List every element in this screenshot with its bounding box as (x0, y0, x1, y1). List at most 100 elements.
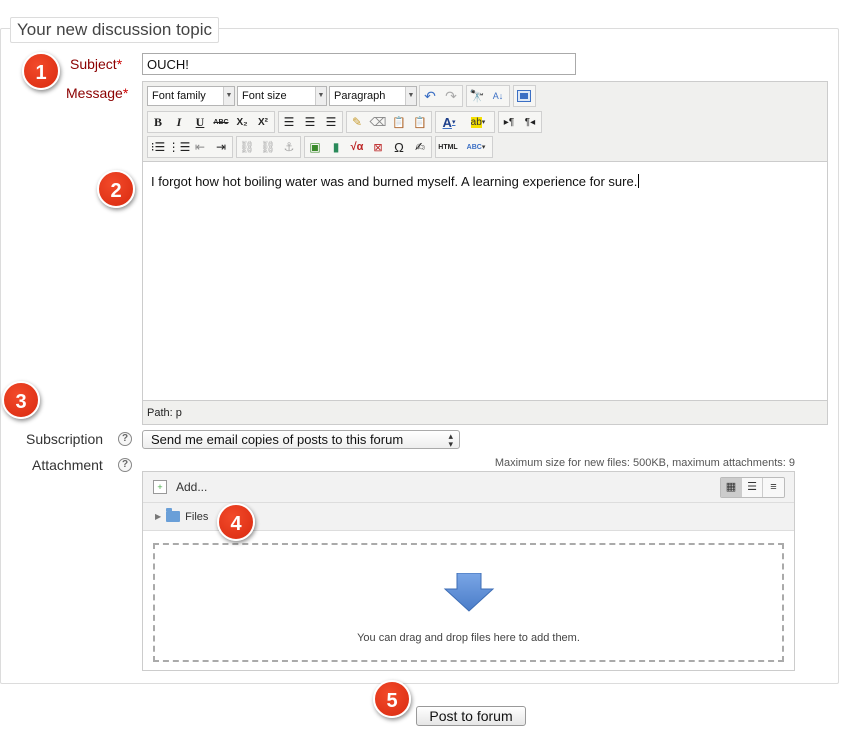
rich-text-editor: Font family ▼ Font size ▼ Paragraph ▼ ↶ ↷ 🔭… (142, 81, 828, 425)
image-icon[interactable]: ▣ (305, 137, 325, 157)
expand-triangle-icon[interactable]: ▶ (155, 512, 161, 521)
message-label-text: Message (66, 85, 123, 101)
bullet-list-icon[interactable]: ⁝☰ (148, 137, 168, 157)
superscript-icon[interactable]: X² (253, 112, 273, 132)
subscription-select[interactable]: Send me email copies of posts to this fo… (142, 430, 460, 449)
chevron-down-icon: ▼ (405, 87, 416, 105)
callout-badge: 2 (97, 170, 135, 208)
insert-group: ▣ ▮ √α ⊠ Ω ✍ (304, 136, 432, 158)
subscript-icon[interactable]: X₂ (232, 112, 252, 132)
text-style-group: B I U ABC X₂ X² (147, 111, 275, 133)
file-manager-toolbar: + Add... ▦ ☰ ≡ (143, 472, 794, 503)
html-icon[interactable]: HTML (436, 137, 460, 157)
max-size-note: Maximum size for new files: 500KB, maxim… (494, 457, 795, 469)
replace-icon[interactable]: A↓ (488, 86, 508, 106)
redo-icon[interactable]: ↷ (441, 86, 461, 106)
fullscreen-group (513, 85, 536, 107)
required-mark: * (116, 56, 123, 72)
align-right-icon[interactable]: ☰ (321, 112, 341, 132)
message-label: Message* (66, 85, 128, 101)
form-legend: Your new discussion topic (10, 17, 219, 43)
spellcheck-label: ABC (466, 143, 482, 151)
subscription-label: Subscription (26, 431, 104, 447)
folder-label[interactable]: Files (185, 511, 208, 523)
toolbar-row-1: Font family ▼ Font size ▼ Paragraph ▼ ↶ ↷ 🔭… (147, 85, 539, 107)
view-switcher: ▦ ☰ ≡ (720, 477, 785, 498)
font-size-select[interactable]: Font size ▼ (237, 86, 327, 106)
spellcheck-icon[interactable]: ABC ▾ (461, 137, 491, 157)
attachment-label: Attachment (32, 457, 103, 473)
grid-view-icon[interactable]: ▦ (721, 478, 742, 497)
file-manager: + Add... ▦ ☰ ≡ ▶ Files You can drag and … (142, 471, 795, 671)
history-group: ↶ ↷ (419, 85, 463, 107)
equation-icon[interactable]: √α (347, 137, 367, 157)
message-edit-area[interactable]: I forgot how hot boiling water was and b… (143, 161, 827, 401)
outdent-icon[interactable]: ⇤ (190, 137, 210, 157)
font-family-label: Font family (152, 90, 206, 102)
callout-badge: 1 (22, 52, 60, 90)
clipboard-group: ✎ ⌫ 📋 📋 (346, 111, 432, 133)
paste-text-icon[interactable]: 📋 (389, 112, 409, 132)
add-file-button[interactable]: + Add... (153, 480, 207, 494)
highlight-color-icon[interactable]: ab ▾ (463, 112, 493, 132)
subject-input[interactable] (142, 53, 576, 75)
post-to-forum-button[interactable]: Post to forum (416, 706, 526, 726)
subscription-value: Send me email copies of posts to this fo… (151, 432, 404, 447)
fullscreen-icon[interactable] (514, 86, 534, 106)
omega-icon[interactable]: Ω (389, 137, 409, 157)
chevron-down-icon: ▼ (223, 87, 234, 105)
file-dropzone[interactable]: You can drag and drop files here to add … (153, 543, 784, 662)
italic-icon[interactable]: I (169, 112, 189, 132)
chevron-down-icon: ▼ (315, 87, 326, 105)
cleanup-icon[interactable]: ✎ (347, 112, 367, 132)
code-group: HTML ABC ▾ (435, 136, 493, 158)
font-family-select[interactable]: Font family ▼ (147, 86, 235, 106)
text-color-icon[interactable]: A ▾ (436, 112, 462, 132)
required-mark: * (122, 85, 129, 101)
media-icon[interactable]: ▮ (326, 137, 346, 157)
unlink-icon[interactable]: ⛓ (258, 137, 278, 157)
ltr-icon[interactable]: ▸¶ (499, 112, 519, 132)
toolbar-row-3: ⁝☰ ⋮☰ ⇤ ⇥ ⛓ ⛓ ⚓ ▣ ▮ √α ⊠ Ω ✍ HTML ABC ▾ (147, 136, 496, 158)
edit-note-icon[interactable]: ✍ (410, 137, 430, 157)
folder-icon (166, 508, 181, 522)
numbered-list-icon[interactable]: ⋮☰ (168, 137, 191, 157)
underline-icon[interactable]: U (190, 112, 210, 132)
bold-icon[interactable]: B (148, 112, 168, 132)
align-left-icon[interactable]: ☰ (279, 112, 299, 132)
text-caret (638, 174, 640, 188)
callout-badge: 4 (217, 503, 255, 541)
link-icon[interactable]: ⛓ (237, 137, 257, 157)
paste-word-icon[interactable]: 📋 (410, 112, 430, 132)
align-group: ☰ ☰ ☰ (278, 111, 343, 133)
dropzone-text: You can drag and drop files here to add … (357, 632, 580, 644)
anchor-icon[interactable]: ⚓ (279, 137, 299, 157)
find-icon[interactable]: 🔭 (467, 86, 487, 106)
color-group: A ▾ ab ▾ (435, 111, 495, 133)
download-arrow-icon (443, 573, 495, 612)
message-content: I forgot how hot boiling water was and b… (151, 174, 638, 189)
list-view-icon[interactable]: ☰ (742, 478, 763, 497)
moodle-media-icon[interactable]: ⊠ (368, 137, 388, 157)
help-icon[interactable]: ? (118, 432, 132, 446)
toolbar-row-2: B I U ABC X₂ X² ☰ ☰ ☰ ✎ ⌫ 📋 📋 A ▾ ab ▾ ▸¶ … (147, 111, 545, 133)
rtl-icon[interactable]: ¶◂ (520, 112, 540, 132)
font-size-label: Font size (242, 90, 287, 102)
indent-icon[interactable]: ⇥ (211, 137, 231, 157)
tree-view-icon[interactable]: ≡ (763, 478, 784, 497)
subject-label: Subject* (70, 56, 122, 72)
add-file-label: Add... (176, 480, 208, 494)
add-file-icon: + (153, 480, 167, 494)
undo-icon[interactable]: ↶ (420, 86, 440, 106)
list-group: ⁝☰ ⋮☰ ⇤ ⇥ (147, 136, 233, 158)
search-group: 🔭 A↓ (466, 85, 510, 107)
format-label: Paragraph (334, 90, 386, 102)
subject-label-text: Subject (70, 56, 117, 72)
strikethrough-icon[interactable]: ABC (211, 112, 231, 132)
format-select[interactable]: Paragraph ▼ (329, 86, 417, 106)
callout-badge: 3 (2, 381, 40, 419)
align-center-icon[interactable]: ☰ (300, 112, 320, 132)
eraser-icon[interactable]: ⌫ (368, 112, 388, 132)
link-group: ⛓ ⛓ ⚓ (236, 136, 301, 158)
help-icon[interactable]: ? (118, 458, 132, 472)
